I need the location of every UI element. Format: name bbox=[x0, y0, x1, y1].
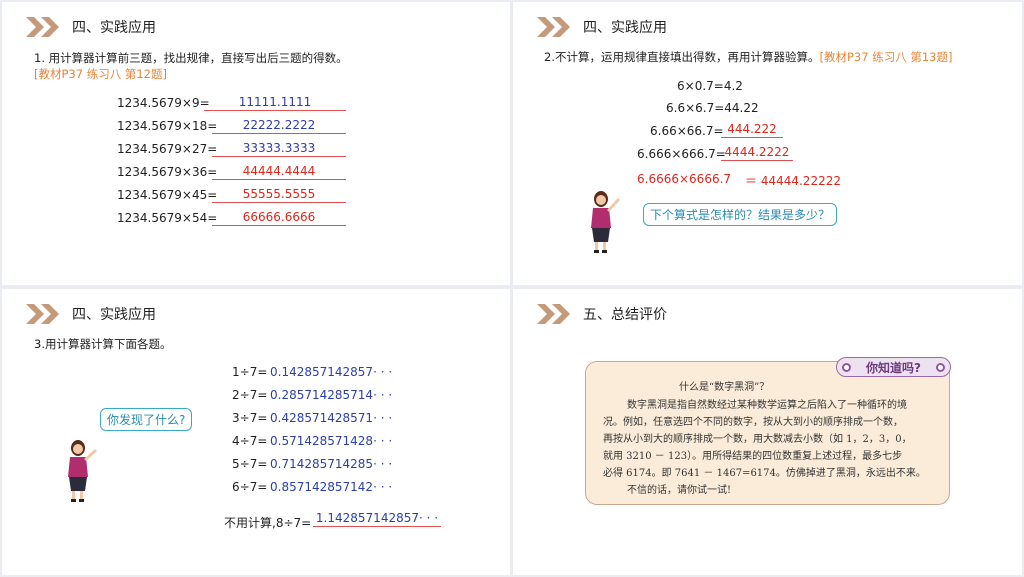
box-paragraph-line: 数字黑洞是指自然数经过某种数学运算之后陷入了一种循环的境 bbox=[627, 400, 907, 411]
equation-expr: 1234.5679×54= bbox=[117, 211, 218, 225]
division-expr: 3÷7= bbox=[232, 411, 268, 425]
double-chevron-icon bbox=[537, 17, 570, 37]
equation-expr: 1234.5679×27= bbox=[117, 142, 218, 156]
division-answer: 0.857142857142· · · bbox=[270, 480, 393, 494]
textbook-reference: [教材P37 练习八 第13题] bbox=[819, 50, 953, 64]
section-header: 四、实践应用 bbox=[537, 16, 667, 38]
badge-dot-icon bbox=[936, 362, 945, 372]
double-chevron-icon bbox=[26, 304, 59, 324]
textbook-reference: [教材P37 练习八 第12题] bbox=[34, 67, 167, 81]
equation-expr: 1234.5679×45= bbox=[117, 188, 218, 202]
speech-bubble: 你发现了什么? bbox=[100, 408, 193, 431]
division-answer: 0.142857142857· · · bbox=[270, 365, 393, 379]
box-title: 什么是“数字黑洞”？ bbox=[679, 382, 770, 393]
section-header: 四、实践应用 bbox=[26, 303, 156, 325]
pattern-expr: 6.666×666.7= bbox=[637, 147, 726, 161]
box-paragraph-line: 不信的话，请你试一试! bbox=[627, 485, 732, 496]
box-paragraph-line: 再按从小到大的顺序排成一个数，用大数减去小数（如 1，2，3，0， bbox=[603, 434, 912, 445]
section-title: 四、实践应用 bbox=[72, 307, 156, 323]
equation-answer: 66666.6666 bbox=[212, 210, 346, 226]
section-title: 四、实践应用 bbox=[583, 20, 667, 36]
division-answer: 0.428571428571· · · bbox=[270, 411, 393, 425]
pattern-line: 6.6×6.7=44.22 bbox=[666, 101, 759, 115]
equation-expr: 1234.5679×9= bbox=[117, 96, 210, 110]
extension-answer: 1.142857142857· · · bbox=[313, 511, 441, 527]
division-expr: 2÷7= bbox=[232, 388, 268, 402]
question-text: 1. 用计算器计算前三题，找出规律，直接写出后三题的得数。 bbox=[34, 51, 348, 65]
division-expr: 4÷7= bbox=[232, 434, 268, 448]
teacher-figure-icon bbox=[68, 440, 97, 502]
section-header: 四、实践应用 bbox=[26, 16, 156, 38]
badge-dot-icon bbox=[842, 362, 851, 372]
pattern-answer: ＝ 44444.22222 bbox=[745, 174, 841, 188]
box-paragraph-line: 必得 6174。即 7641 － 1467=6174。仿佛掉进了黑洞，永远出不来… bbox=[603, 468, 926, 479]
equation-answer: 33333.3333 bbox=[212, 141, 346, 157]
pattern-answer: 444.222 bbox=[721, 122, 783, 138]
panel-4: 五、总结评价 你知道吗? 什么是“数字黑洞”？ 数字黑洞是指自然数经过某种数学运… bbox=[513, 289, 1022, 575]
did-you-know-badge: 你知道吗? bbox=[836, 357, 951, 377]
box-paragraph-line: 就用 3210 － 123）。用所得结果的四位数重复上述过程，最多七步 bbox=[603, 451, 903, 462]
division-answer: 0.714285714285· · · bbox=[270, 457, 393, 471]
division-expr: 5÷7= bbox=[232, 457, 268, 471]
division-expr: 6÷7= bbox=[232, 480, 268, 494]
pattern-expr: 6.6666×6666.7 bbox=[637, 172, 732, 186]
equation-answer: 22222.2222 bbox=[212, 118, 346, 134]
equation-expr: 1234.5679×18= bbox=[117, 119, 218, 133]
section-header: 五、总结评价 bbox=[537, 303, 667, 325]
pattern-expr: 6.66×66.7= bbox=[650, 124, 724, 138]
section-title: 五、总结评价 bbox=[583, 307, 667, 323]
double-chevron-icon bbox=[26, 17, 59, 37]
pattern-line: 6×0.7=4.2 bbox=[677, 79, 743, 93]
question-text: 2.不计算，运用规律直接填出得数，再用计算器验算。[教材P37 练习八 第13题… bbox=[544, 49, 952, 65]
teacher-figure-icon bbox=[591, 191, 620, 253]
division-expr: 1÷7= bbox=[232, 365, 268, 379]
equation-answer: 11111.1111 bbox=[204, 95, 346, 111]
speech-bubble: 下个算式是怎样的？结果是多少？ bbox=[643, 203, 838, 226]
question-text: 3.用计算器计算下面各题。 bbox=[34, 337, 172, 351]
panel-2: 四、实践应用 2.不计算，运用规律直接填出得数，再用计算器验算。[教材P37 练… bbox=[513, 2, 1022, 285]
equation-answer: 55555.5555 bbox=[212, 187, 346, 203]
pattern-answer: 4444.2222 bbox=[721, 145, 793, 161]
extension-expr: 不用计算,8÷7= bbox=[224, 516, 312, 530]
equation-answer: 44444.4444 bbox=[212, 164, 346, 180]
division-answer: 0.571428571428· · · bbox=[270, 434, 393, 448]
box-paragraph-line: 况。例如，任意选四个不同的数字，按从大到小的顺序排成一个数， bbox=[603, 417, 903, 428]
question-main: 2.不计算，运用规律直接填出得数，再用计算器验算。 bbox=[544, 50, 820, 64]
double-chevron-icon bbox=[537, 304, 570, 324]
panel-1: 四、实践应用 1. 用计算器计算前三题，找出规律，直接写出后三题的得数。 [教材… bbox=[2, 2, 510, 285]
badge-label: 你知道吗? bbox=[866, 360, 921, 375]
division-answer: 0.285714285714· · · bbox=[270, 388, 393, 402]
equation-expr: 1234.5679×36= bbox=[117, 165, 218, 179]
panel-3: 四、实践应用 3.用计算器计算下面各题。 1÷7= 0.142857142857… bbox=[2, 289, 510, 575]
section-title: 四、实践应用 bbox=[72, 20, 156, 36]
